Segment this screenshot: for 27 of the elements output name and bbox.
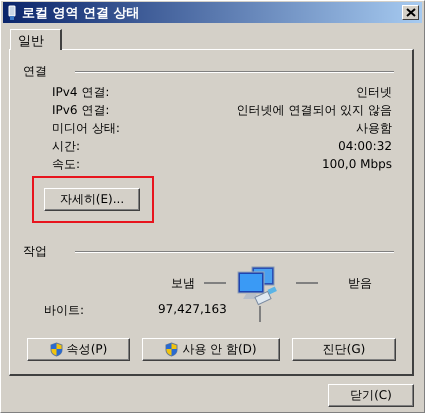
sent-label: 보냄 (171, 275, 195, 292)
bytes-label: 바이트: (44, 302, 86, 319)
field-label: 속도: (52, 156, 80, 172)
details-button[interactable]: 자세히(E)... (44, 188, 140, 211)
bytes-sent-value: 97,427,163 (158, 302, 227, 318)
connector-line (296, 282, 318, 284)
action-button[interactable]: 진단(G) (292, 338, 396, 361)
tab[interactable]: 일반 (10, 29, 62, 50)
field-label: IPv6 연결: (52, 102, 110, 118)
field-label: 미디어 상태: (52, 120, 120, 136)
group-heading: 연결 (23, 63, 48, 80)
field-value: 사용함 (356, 120, 392, 136)
action-button[interactable]: 속성(P) (27, 338, 130, 361)
field-value: 04:00:32 (338, 139, 392, 153)
action-button[interactable]: 사용 안 함(D) (142, 338, 280, 361)
group-heading: 작업 (23, 243, 48, 260)
close-icon[interactable] (402, 5, 419, 20)
field-value: 인터넷 (356, 84, 392, 100)
connector-line (204, 282, 226, 284)
network-plug-icon (7, 4, 17, 20)
field-value: 100,0 Mbps (322, 157, 392, 171)
received-label: 받음 (348, 275, 372, 292)
field-value: 인터넷에 연결되어 있지 않음 (236, 102, 392, 118)
field-label: 시간: (52, 138, 80, 154)
field-label: IPv4 연결: (52, 84, 110, 100)
window-title: 로컬 영역 연결 상태 (22, 4, 141, 22)
close-button[interactable]: 닫기(C) (328, 384, 414, 407)
